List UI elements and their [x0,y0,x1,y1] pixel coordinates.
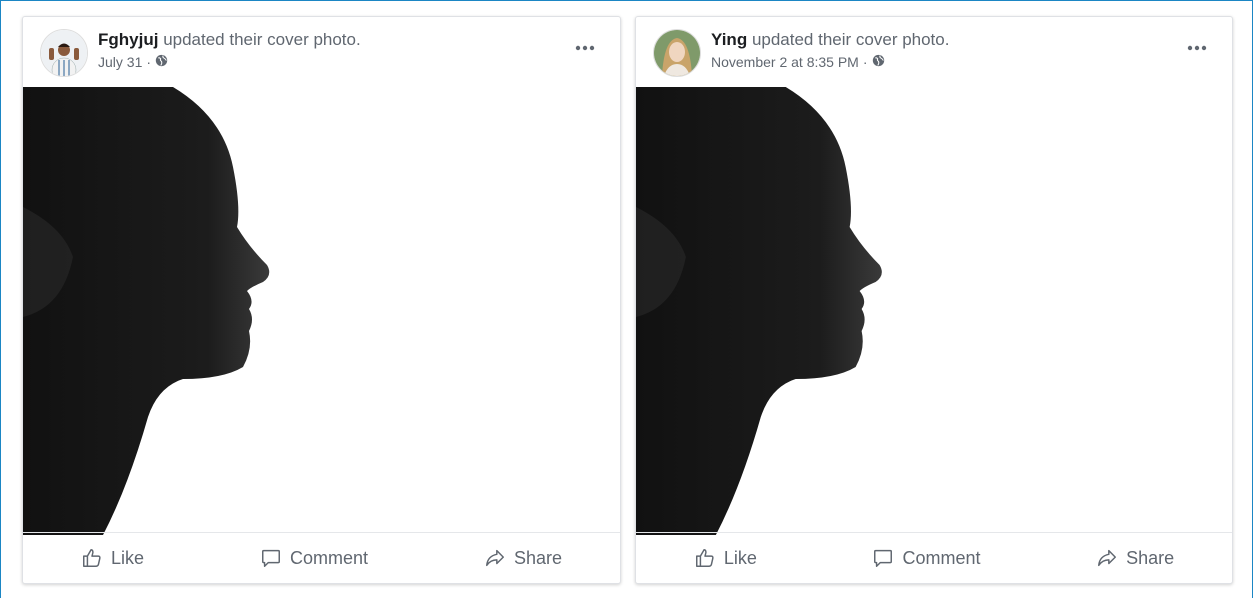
thumbs-up-icon [694,547,716,569]
like-button[interactable]: Like [680,541,771,575]
author-name[interactable]: Fghyjuj [98,30,158,49]
like-label: Like [110,547,144,568]
share-icon [1096,547,1118,569]
share-icon [484,547,506,569]
avatar[interactable] [653,29,701,77]
share-button[interactable]: Share [470,541,576,575]
globe-icon [155,54,168,70]
comment-button[interactable]: Comment [858,541,994,575]
post-title: Fghyjuj updated their cover photo. [98,30,361,50]
comment-label: Comment [902,547,981,568]
cover-photo[interactable] [636,87,1232,535]
author-name[interactable]: Ying [711,30,747,49]
more-options-icon[interactable] [1186,40,1208,51]
meta-separator: · [862,54,868,70]
avatar[interactable] [40,29,88,77]
post-title: Ying updated their cover photo. [711,30,949,50]
comment-icon [872,547,894,569]
post-action-text: updated their cover photo. [163,30,361,49]
post-meta: November 2 at 8:35 PM · [711,54,885,70]
share-label: Share [1126,547,1175,568]
like-button[interactable]: Like [67,541,158,575]
like-label: Like [723,547,757,568]
timestamp[interactable]: November 2 at 8:35 PM [711,54,859,70]
thumbs-up-icon [81,547,103,569]
timestamp[interactable]: July 31 [98,54,142,70]
globe-icon [872,54,885,70]
meta-separator: · [146,54,152,70]
post-card: Ying updated their cover photo. November… [635,16,1233,584]
post-actions: Like Comment Share [636,532,1232,583]
share-label: Share [513,547,562,568]
more-options-icon[interactable] [574,40,596,51]
comment-label: Comment [289,547,368,568]
post-header: Fghyjuj updated their cover photo. July … [23,17,620,87]
comment-button[interactable]: Comment [246,541,382,575]
post-action-text: updated their cover photo. [751,30,950,49]
post-meta: July 31 · [98,54,168,70]
cover-photo[interactable] [23,87,620,535]
post-header: Ying updated their cover photo. November… [636,17,1232,87]
share-button[interactable]: Share [1082,541,1188,575]
comment-icon [260,547,282,569]
post-card: Fghyjuj updated their cover photo. July … [22,16,621,584]
post-actions: Like Comment Share [23,532,620,583]
